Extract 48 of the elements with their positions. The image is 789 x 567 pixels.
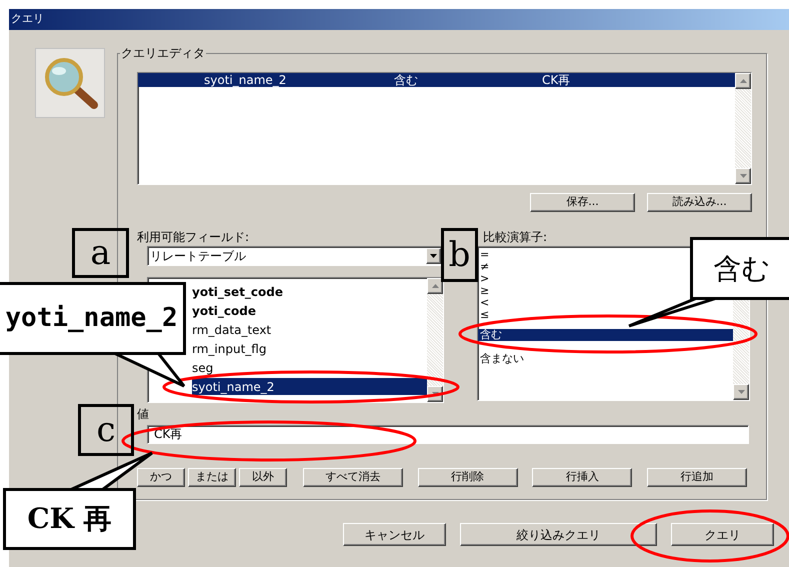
dialog-button[interactable]: 行挿入 [532, 468, 632, 487]
letter-label: a [72, 228, 129, 278]
dialog-button[interactable]: 保存... [530, 193, 635, 212]
operator-item[interactable]: < [478, 297, 492, 309]
field-item[interactable]: syoti_name_2 [192, 378, 427, 395]
scrollbar[interactable] [735, 73, 751, 184]
value-label: 値 [137, 407, 150, 421]
scroll-down-icon[interactable] [740, 174, 746, 178]
fields-label: 利用可能フィールド: [137, 230, 250, 244]
dialog-button[interactable]: キャンセル [343, 523, 446, 546]
scrollbar[interactable] [427, 278, 443, 402]
dialog-button[interactable]: 行追加 [646, 468, 747, 487]
dialog-button[interactable]: クエリ [671, 523, 774, 546]
field-item[interactable]: seg [192, 359, 214, 376]
field-item[interactable]: rm_input_flg [192, 340, 266, 357]
operator-item[interactable]: ≠ [478, 261, 492, 273]
operator-item[interactable]: 含まない [478, 353, 526, 365]
query-value: CK再 [542, 73, 570, 87]
magnifier-icon [35, 48, 105, 118]
operator-item[interactable]: ≥ [478, 285, 492, 297]
operator-item[interactable]: 含む [478, 329, 733, 341]
window-title: クエリ [11, 11, 44, 28]
dropdown-icon[interactable] [426, 248, 441, 264]
operator-item[interactable]: > [478, 273, 492, 285]
operators-label: 比較演算子: [483, 230, 548, 244]
dialog-button[interactable]: かつ [137, 468, 185, 487]
query-row[interactable]: syoti_name_2 含む CK再 [138, 73, 735, 87]
callout-tooltip: 含む [690, 237, 789, 300]
scroll-up-icon[interactable] [432, 284, 438, 288]
field-item[interactable]: rm_data_text [192, 321, 272, 338]
field-item[interactable]: yoti_code [192, 302, 256, 319]
group-title: クエリエディタ [120, 45, 206, 61]
scroll-down-icon[interactable] [432, 392, 438, 396]
scroll-down-icon[interactable] [738, 390, 744, 394]
operator-item[interactable]: ≤ [478, 309, 492, 321]
dialog-button[interactable]: または [188, 468, 236, 487]
dialog-button[interactable]: 絞り込みクエリ [460, 523, 657, 546]
dialog-button[interactable]: 読み込み... [647, 193, 752, 212]
scroll-up-icon[interactable] [740, 79, 746, 83]
dialog-button[interactable]: 以外 [239, 468, 287, 487]
operator-item[interactable]: = [478, 249, 492, 261]
query-operator: 含む [394, 73, 419, 87]
letter-label: b [441, 228, 478, 282]
field-item[interactable]: yoti_set_code [192, 283, 284, 300]
query-field: syoti_name_2 [204, 73, 394, 87]
dialog-button[interactable]: すべて消去 [303, 468, 403, 487]
table-select[interactable]: リレートテーブル [147, 246, 442, 266]
dialog-button[interactable]: 行削除 [418, 468, 518, 487]
